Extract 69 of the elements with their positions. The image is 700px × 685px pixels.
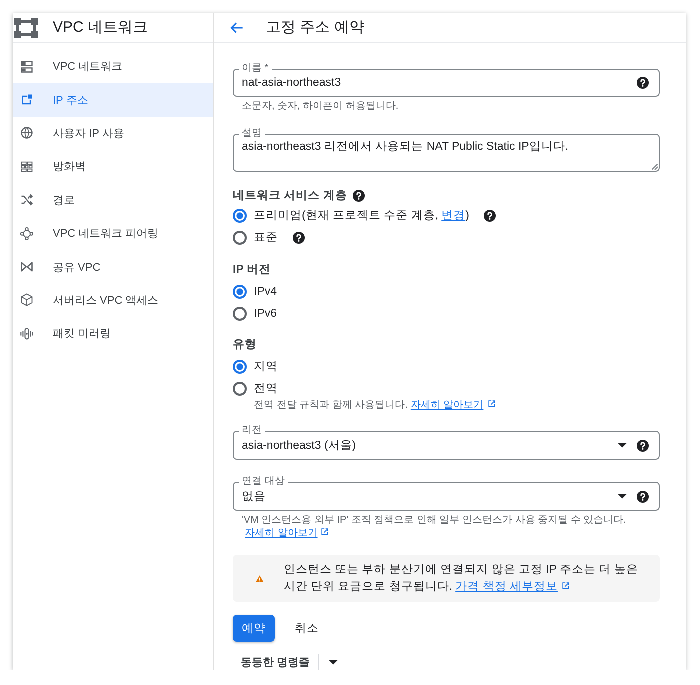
- radio-label[interactable]: IPv6: [254, 307, 278, 321]
- caret-icon: [618, 494, 627, 499]
- back-arrow-icon[interactable]: [230, 20, 244, 34]
- help-icon[interactable]: [637, 77, 649, 89]
- frame-icon: [20, 93, 34, 108]
- radio-button[interactable]: [233, 231, 247, 245]
- learn-more-link[interactable]: 자세히 알아보기: [410, 400, 484, 411]
- radio-button[interactable]: [233, 307, 247, 321]
- description-textarea[interactable]: 설명 asia-northeast3 리전에서 사용되는 NAT Public Static IP입니다.: [233, 128, 660, 172]
- radio-button[interactable]: [233, 360, 247, 374]
- caret-icon[interactable]: [329, 660, 338, 665]
- region-dropdown[interactable]: 리전 asia-northeast3 (서울): [233, 425, 660, 460]
- field-label: 설명: [239, 128, 265, 140]
- command-line-button[interactable]: 동등한 명령줄: [233, 654, 318, 670]
- help-icon[interactable]: [637, 490, 649, 502]
- radio-label[interactable]: 전역: [254, 382, 278, 396]
- radio-label[interactable]: 표준: [254, 231, 278, 245]
- caret-icon: [618, 443, 627, 448]
- helper-text: 'VM 인스턴스용 외부 IP' 조직 정책으로 인해 일부 인스턴스가 사용 중지될 수 있습니다. 자세히 알아보기: [241, 514, 628, 540]
- sidebar-item[interactable]: 공유 VPC: [13, 250, 213, 284]
- brick-wall-icon: [20, 160, 34, 174]
- linked-squares-icon: [14, 18, 38, 38]
- external-link-icon[interactable]: [486, 399, 497, 409]
- resize-handle-icon[interactable]: [652, 164, 658, 170]
- globe-icon: [20, 126, 34, 140]
- name-input[interactable]: 이름 * nat-asia-northeast3: [233, 63, 660, 97]
- field-label: 이름 *: [239, 63, 272, 75]
- sidebar-item[interactable]: VPC 네트워크: [13, 50, 213, 84]
- page-title: 고정 주소 예약: [266, 18, 364, 36]
- pricing-link[interactable]: 가격 책정 세부정보: [456, 580, 558, 592]
- bowtie-icon: [20, 260, 34, 274]
- sidebar-item[interactable]: 패킷 미러링: [13, 317, 213, 351]
- text-button[interactable]: 취소: [285, 615, 329, 642]
- server-icon: [20, 60, 34, 74]
- field-label: 연결 대상: [239, 476, 288, 488]
- sidebar-item[interactable]: VPC 네트워크 피어링: [13, 216, 213, 250]
- shuffle-icon: [20, 193, 34, 208]
- field-label: 리전: [239, 425, 265, 437]
- change-link[interactable]: 변경: [442, 210, 466, 222]
- notice-text: 인스턴스 또는 부하 분산기에 연결되지 않은 고정 IP 주소는 더 높은 시간 단위 요금으로 청구됩니다. 가격 책정 세부정보: [284, 562, 640, 594]
- cube-icon: [20, 293, 34, 308]
- node-diamond-icon: [20, 226, 34, 241]
- radio-label[interactable]: IPv4: [254, 285, 278, 299]
- learn-more-link[interactable]: 자세히 알아보기: [245, 528, 318, 539]
- helper-text: 소문자, 숫자, 하이픈이 허용됩니다.: [241, 100, 400, 113]
- radio-label[interactable]: 프리미엄(현재 프로젝트 수준 계층, 변경): [254, 209, 470, 223]
- sidebar-title: VPC 네트워크: [53, 18, 148, 36]
- section-label: IP 버전: [233, 264, 271, 276]
- section-label: 네트워크 서비스 계층: [233, 190, 348, 202]
- sidebar-item[interactable]: IP 주소: [13, 83, 213, 117]
- radio-button[interactable]: [233, 209, 247, 223]
- external-link-icon[interactable]: [320, 527, 330, 537]
- radio-button[interactable]: [233, 285, 247, 299]
- sidebar-item[interactable]: 서버리스 VPC 액세스: [13, 284, 213, 318]
- radio-button[interactable]: [233, 382, 247, 396]
- help-icon[interactable]: [637, 440, 649, 452]
- primary-button[interactable]: 예약: [233, 615, 275, 642]
- sidebar-item[interactable]: 방화벽: [13, 150, 213, 184]
- sidebar-item[interactable]: 사용자 IP 사용: [13, 116, 213, 150]
- help-icon[interactable]: [353, 190, 366, 202]
- attachment-dropdown[interactable]: 연결 대상 없음: [233, 476, 660, 511]
- external-link-icon[interactable]: [560, 580, 571, 590]
- radio-label[interactable]: 지역: [254, 360, 278, 374]
- sidebar-item[interactable]: 경로: [13, 184, 213, 217]
- section-label: 유형: [233, 339, 257, 351]
- help-icon[interactable]: [293, 232, 305, 244]
- vertical-bars-icon: [20, 326, 34, 341]
- helper-text: 전역 전달 규칙과 함께 사용됩니다. 자세히 알아보기: [254, 399, 660, 412]
- help-icon[interactable]: [484, 210, 496, 222]
